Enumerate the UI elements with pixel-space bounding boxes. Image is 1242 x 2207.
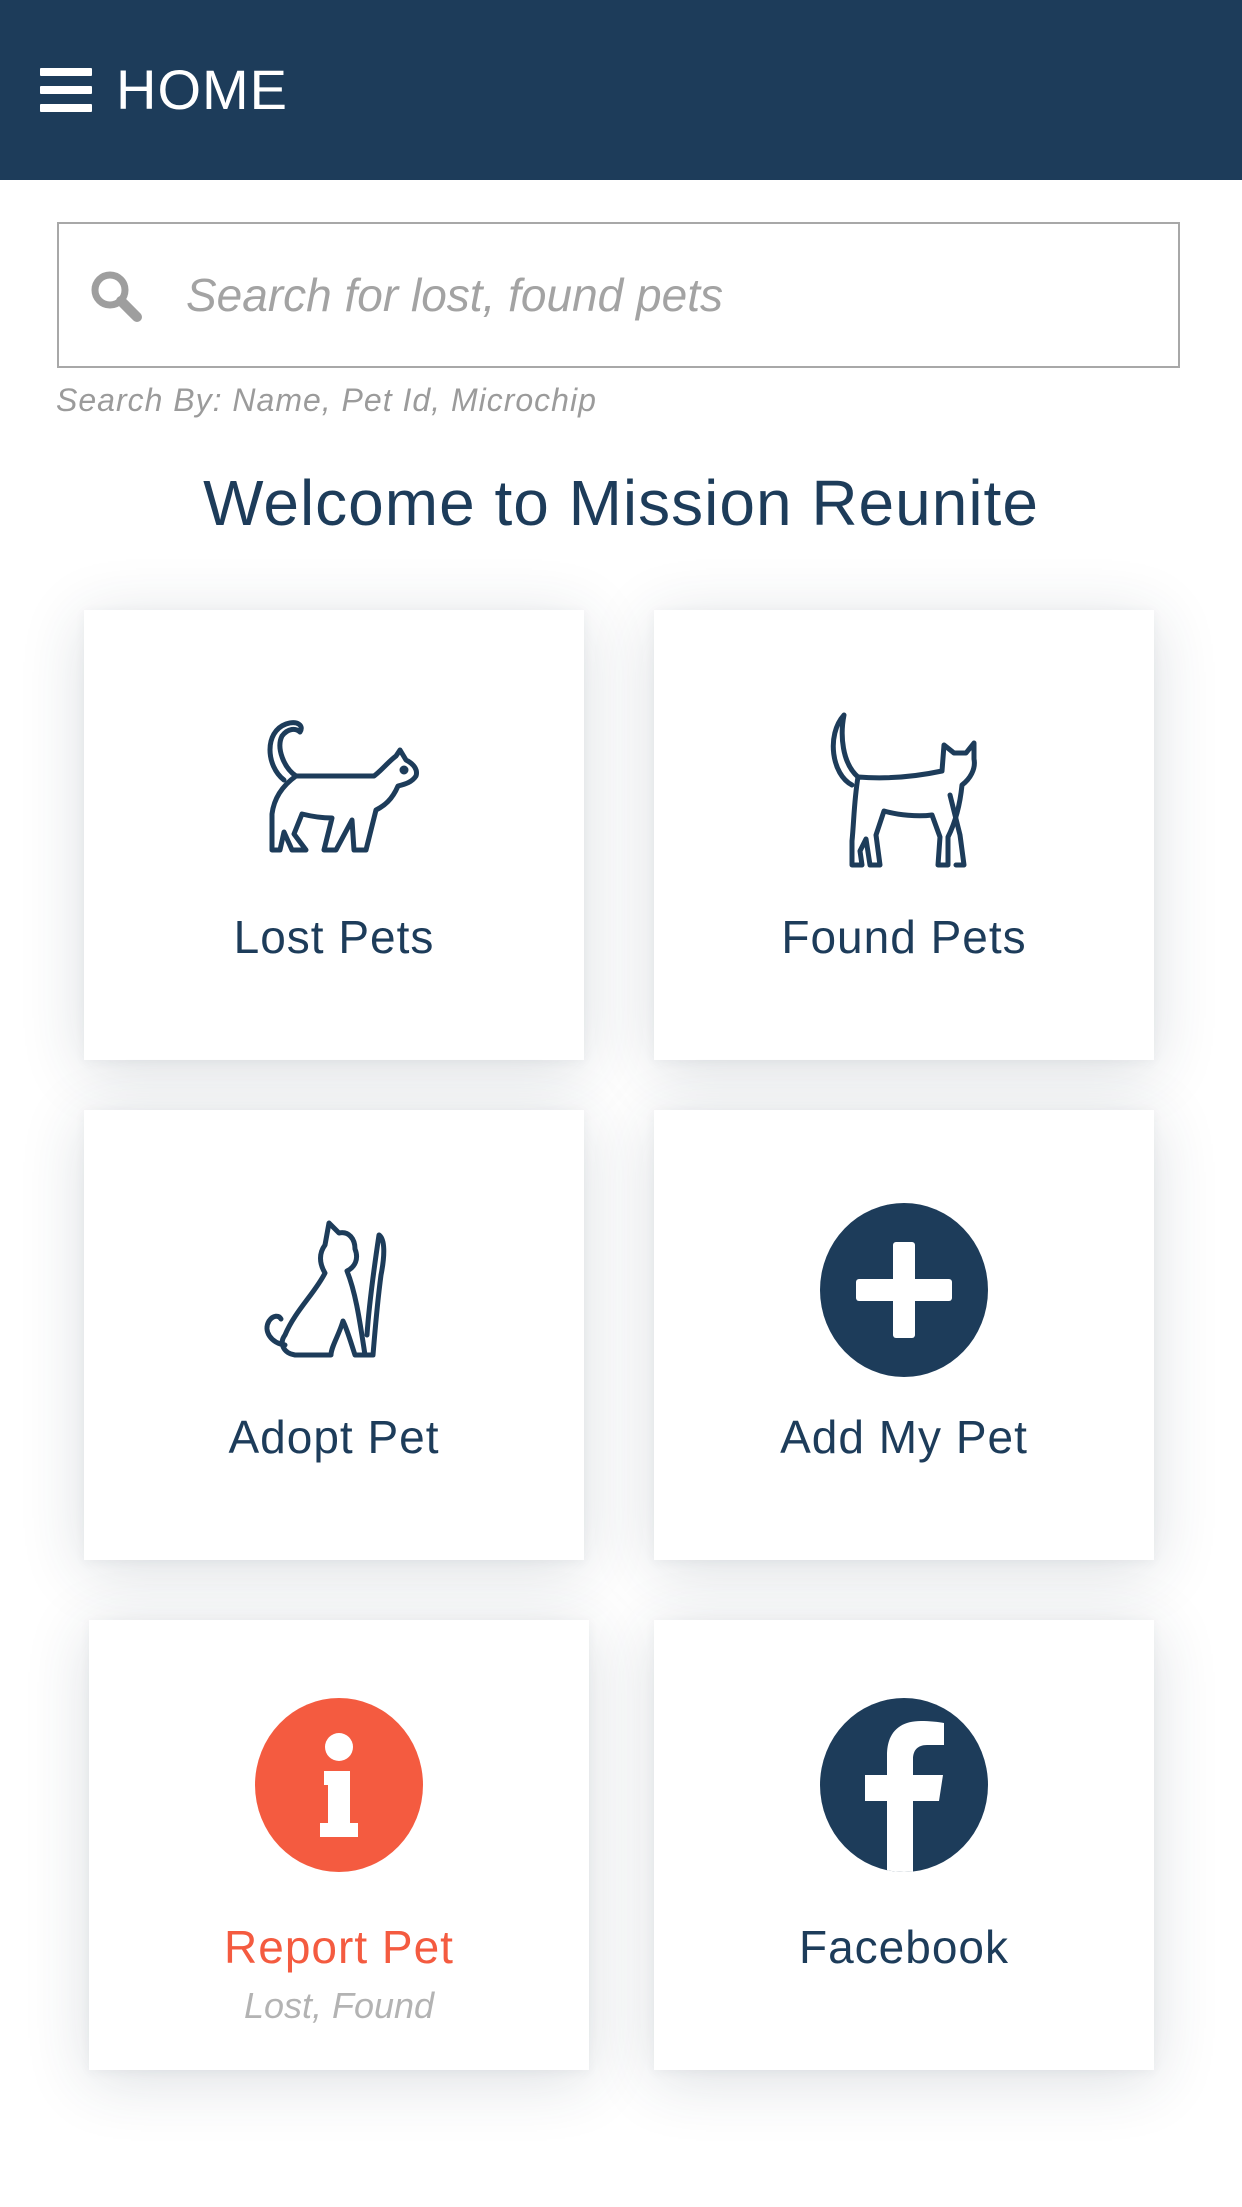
- sitting-cat-icon: [264, 1220, 387, 1358]
- page-title: HOME: [116, 58, 288, 121]
- tile-report-pet-sublabel: Lost, Found: [243, 1985, 435, 2026]
- tile-report-pet[interactable]: Report Pet Lost, Found: [89, 1620, 589, 2070]
- hamburger-menu-icon[interactable]: [40, 68, 92, 112]
- tile-facebook[interactable]: Facebook: [654, 1620, 1154, 2070]
- add-circle-icon: [820, 1203, 988, 1377]
- tile-lost-pets[interactable]: Lost Pets: [84, 610, 584, 1060]
- tile-adopt-pet-label: Adopt Pet: [228, 1411, 440, 1463]
- search-hint: Search By: Name, Pet Id, Microchip: [56, 382, 597, 418]
- walking-cat-icon: [267, 720, 419, 853]
- tile-report-pet-label: Report Pet: [224, 1921, 454, 1973]
- search-input[interactable]: [174, 224, 1154, 366]
- tile-found-pets[interactable]: Found Pets: [654, 610, 1154, 1060]
- tile-facebook-label: Facebook: [798, 1921, 1009, 1973]
- tile-found-pets-label: Found Pets: [781, 911, 1027, 963]
- standing-cat-icon: [830, 712, 977, 868]
- tile-lost-pets-label: Lost Pets: [233, 911, 435, 963]
- info-circle-icon: [255, 1698, 423, 1872]
- facebook-icon: [820, 1698, 988, 1872]
- tile-add-my-pet[interactable]: Add My Pet: [654, 1110, 1154, 1560]
- app-header: HOME: [0, 0, 1242, 180]
- welcome-heading: Welcome to Mission Reunite: [203, 467, 1039, 539]
- search-icon: [91, 271, 142, 322]
- tile-add-my-pet-label: Add My Pet: [780, 1411, 1028, 1463]
- tile-adopt-pet[interactable]: Adopt Pet: [84, 1110, 584, 1560]
- search-box[interactable]: [57, 222, 1180, 368]
